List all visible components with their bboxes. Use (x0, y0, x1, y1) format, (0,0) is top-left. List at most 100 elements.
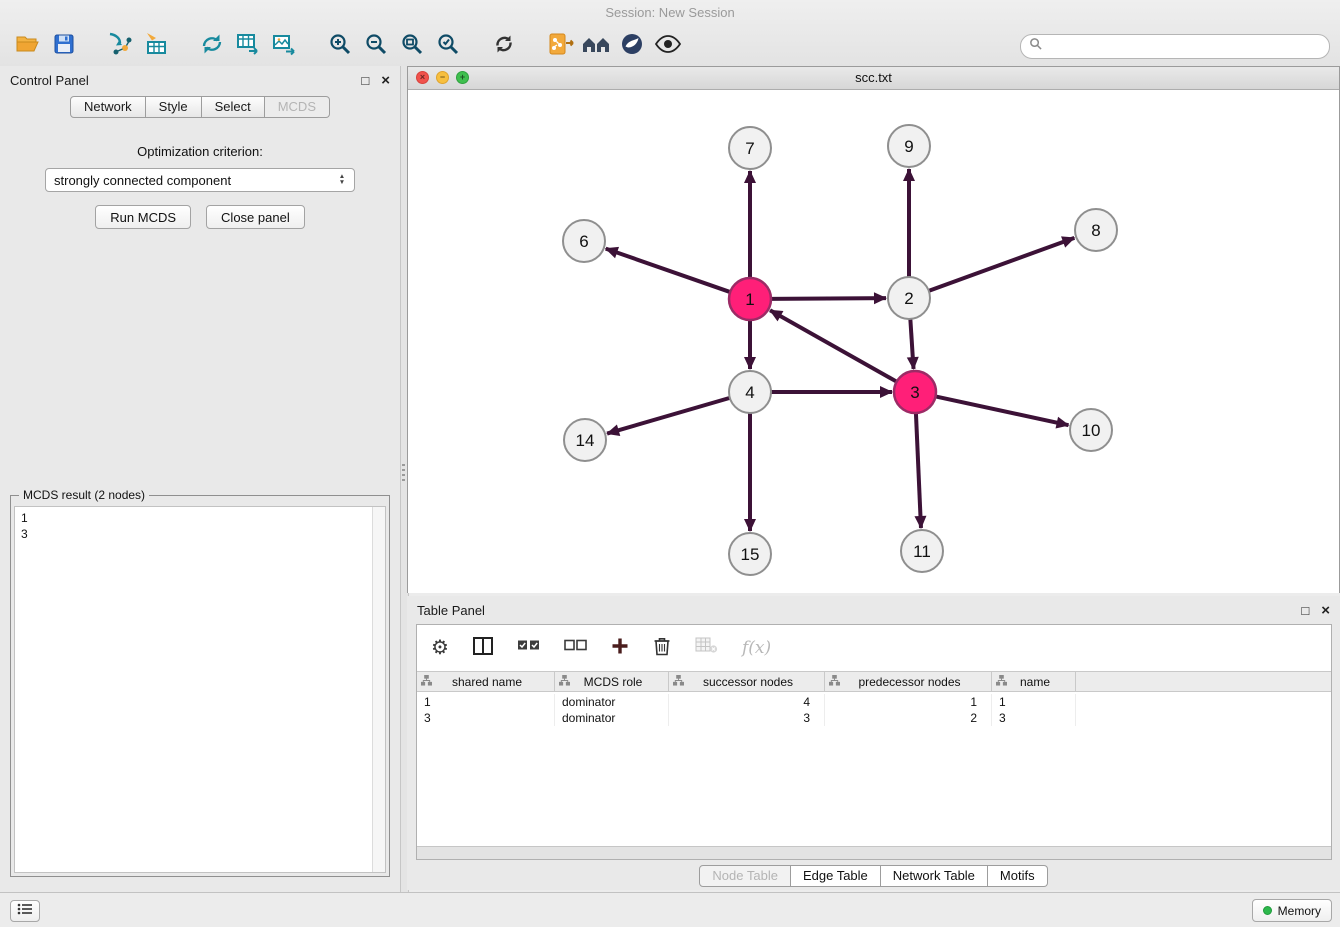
graph-edge-2-8[interactable] (929, 238, 1075, 291)
close-panel-button[interactable]: Close panel (206, 205, 305, 229)
run-mcds-button[interactable]: Run MCDS (95, 205, 191, 229)
task-history-button[interactable] (10, 900, 40, 922)
graph-edge-2-3[interactable] (910, 319, 913, 369)
tab-mcds[interactable]: MCDS (265, 96, 330, 118)
table-row[interactable]: 1dominator411 (417, 694, 1331, 710)
export-table-icon (236, 32, 260, 61)
zoom-window-icon[interactable]: + (456, 71, 469, 84)
result-scrollbar[interactable] (372, 507, 385, 872)
sort-icon (559, 675, 570, 689)
reload-network-button[interactable] (194, 30, 230, 62)
import-table-button[interactable] (138, 30, 174, 62)
create-column-button[interactable] (611, 637, 629, 660)
cell: 3 (669, 710, 825, 726)
graph-edge-4-14[interactable] (607, 398, 730, 434)
optimization-label: Optimization criterion: (0, 144, 400, 159)
sort-icon (673, 675, 684, 689)
dropdown-value: strongly connected component (46, 173, 334, 188)
export-image-icon (272, 32, 296, 61)
open-file-button[interactable] (10, 30, 46, 62)
zoom-selected-button[interactable] (430, 30, 466, 62)
graph-edge-1-6[interactable] (606, 249, 730, 292)
close-window-icon[interactable]: × (416, 71, 429, 84)
show-columns-button[interactable] (473, 637, 493, 660)
home-overview-button[interactable] (578, 30, 614, 62)
tab-motifs[interactable]: Motifs (988, 865, 1048, 887)
float-panel-icon[interactable]: □ (361, 74, 369, 87)
close-table-panel-icon[interactable]: × (1321, 603, 1330, 618)
mcds-result-title: MCDS result (2 nodes) (19, 488, 149, 502)
column-header-3[interactable]: predecessor nodes (825, 672, 992, 691)
cell: 2 (825, 710, 992, 726)
table-panel-header: Table Panel □ × (407, 596, 1340, 624)
graph-edge-3-10[interactable] (936, 396, 1069, 425)
splitter-grip[interactable] (402, 464, 405, 482)
column-label: predecessor nodes (840, 675, 991, 689)
float-table-panel-icon[interactable]: □ (1301, 604, 1309, 617)
zoom-out-icon (364, 32, 388, 61)
tab-select[interactable]: Select (202, 96, 265, 118)
table-panel: Table Panel □ × ⚙ (407, 596, 1340, 890)
checked-boxes-icon (517, 639, 540, 657)
search-box[interactable] (1020, 34, 1330, 59)
delete-table-button-disabled (695, 637, 718, 659)
memory-label: Memory (1278, 904, 1321, 918)
graph-node-label-6: 6 (579, 232, 588, 251)
save-session-button[interactable] (46, 30, 82, 62)
column-header-1[interactable]: MCDS role (555, 672, 669, 691)
graph-node-label-3: 3 (910, 383, 919, 402)
column-header-0[interactable]: shared name (417, 672, 555, 691)
optimization-dropdown[interactable]: strongly connected component ▲▼ (45, 168, 355, 192)
delete-column-button[interactable] (653, 636, 671, 661)
minimize-window-icon[interactable]: − (436, 71, 449, 84)
close-panel-icon[interactable]: × (381, 73, 390, 88)
column-label: shared name (432, 675, 554, 689)
zoom-out-button[interactable] (358, 30, 394, 62)
refresh-layout-button[interactable] (486, 30, 522, 62)
cell: 4 (669, 694, 825, 710)
tab-style[interactable]: Style (146, 96, 202, 118)
graph-edge-3-11[interactable] (916, 413, 921, 528)
network-graph[interactable]: 7968124314101511 (408, 90, 1339, 593)
folder-icon (15, 33, 41, 60)
search-input[interactable] (1047, 38, 1321, 54)
eye-icon (655, 35, 681, 58)
zoom-in-icon (328, 32, 352, 61)
graph-edge-3-1[interactable] (770, 310, 897, 381)
zoom-fit-button[interactable] (394, 30, 430, 62)
show-hide-button[interactable] (650, 30, 686, 62)
first-neighbors-button[interactable] (542, 30, 578, 62)
export-table-button[interactable] (230, 30, 266, 62)
select-all-columns-button[interactable] (517, 639, 540, 657)
result-value: 1 (15, 510, 385, 526)
column-header-4[interactable]: name (992, 672, 1076, 691)
table-settings-button[interactable]: ⚙ (431, 638, 449, 658)
export-image-button[interactable] (266, 30, 302, 62)
import-network-button[interactable] (102, 30, 138, 62)
column-header-2[interactable]: successor nodes (669, 672, 825, 691)
network-window: scc.txt × − + 7968124314101511 (407, 66, 1340, 593)
tab-edge-table[interactable]: Edge Table (791, 865, 881, 887)
table-horizontal-scrollbar[interactable] (417, 846, 1331, 859)
network-canvas[interactable]: 7968124314101511 (408, 90, 1339, 593)
table-tabs: Node TableEdge TableNetwork TableMotifs (407, 865, 1340, 887)
graph-node-label-2: 2 (904, 289, 913, 308)
table-row[interactable]: 3dominator323 (417, 710, 1331, 726)
window-chrome: Session: New Session (0, 0, 1340, 67)
network-window-titlebar[interactable]: scc.txt × − + (408, 67, 1339, 90)
tab-network-table[interactable]: Network Table (881, 865, 988, 887)
graph-node-label-8: 8 (1091, 221, 1100, 240)
memory-button[interactable]: Memory (1252, 899, 1332, 922)
graph-edge-1-2[interactable] (771, 298, 886, 299)
import-network-icon (107, 32, 133, 61)
tab-node-table[interactable]: Node Table (699, 865, 791, 887)
home-icon (581, 33, 611, 60)
traffic-lights: × − + (416, 71, 469, 84)
zoom-in-button[interactable] (322, 30, 358, 62)
column-label: MCDS role (570, 675, 668, 689)
deselect-all-columns-button[interactable] (564, 639, 587, 657)
tab-network[interactable]: Network (70, 96, 146, 118)
cell: 3 (417, 710, 555, 726)
style-brush-button[interactable] (614, 30, 650, 62)
sort-icon (421, 675, 432, 689)
